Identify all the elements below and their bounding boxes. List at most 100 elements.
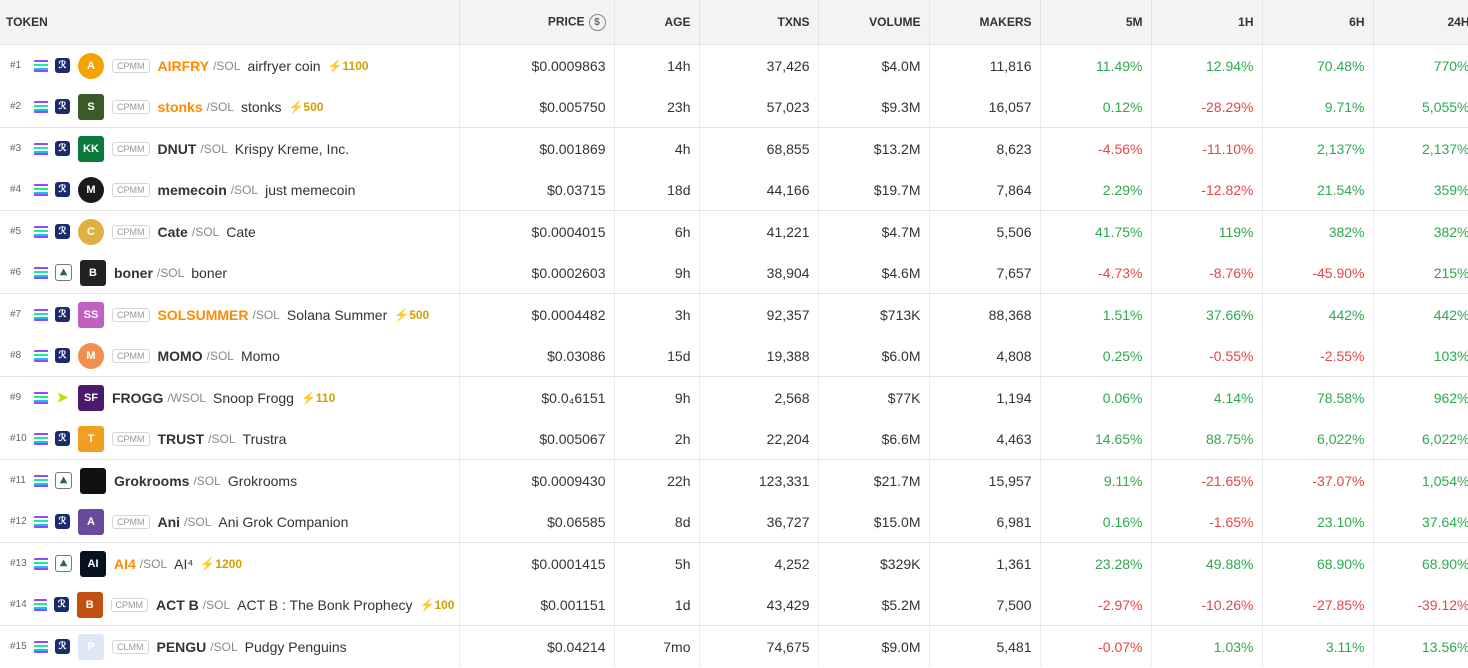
token-cell[interactable]: #4 ℛ M CPMM memecoin/SOL just memecoin xyxy=(0,169,460,211)
change-1h-cell: -28.29% xyxy=(1151,86,1263,128)
token-cell[interactable]: #8 ℛ M CPMM MOMO/SOL Momo xyxy=(0,335,460,377)
header-txns[interactable]: TXNS xyxy=(699,0,819,45)
change-6h-cell: 442% xyxy=(1262,293,1374,335)
token-cell[interactable]: #10 ℛ T CPMM TRUST/SOL Trustra xyxy=(0,418,460,460)
change-6h-cell: -27.85% xyxy=(1262,584,1374,626)
token-name: just memecoin xyxy=(265,181,356,198)
price-cell: $0.0002603 xyxy=(459,252,615,294)
table-row[interactable]: #8 ℛ M CPMM MOMO/SOL Momo $0.03086 15d 19,388 $6.… xyxy=(0,335,1468,377)
change-6h-cell: 78.58% xyxy=(1262,376,1374,418)
solana-chain-icon xyxy=(33,598,48,611)
header-1h[interactable]: 1H xyxy=(1151,0,1263,45)
token-symbol: PENGU xyxy=(156,638,207,655)
table-row[interactable]: #1 ℛ A CPMM AIRFRY/SOL airfryer coin ⚡1100 $0.0… xyxy=(0,44,1468,86)
token-cell[interactable]: #9 ➤ SF FROGG/WSOL Snoop Frogg ⚡110 xyxy=(0,376,460,418)
token-cell[interactable]: #7 ℛ SS CPMM SOLSUMMER/SOL Solana Summer ⚡500 xyxy=(0,293,460,335)
volume-cell: $4.7M xyxy=(818,210,930,252)
table-row[interactable]: #4 ℛ M CPMM memecoin/SOL just memecoin $0.0371… xyxy=(0,169,1468,211)
makers-cell: 11,816 xyxy=(929,44,1041,86)
age-cell: 8d xyxy=(614,501,700,543)
dex-icon: ℛ xyxy=(55,431,70,446)
change-24h-cell: 962% xyxy=(1373,376,1468,418)
dex-icon: ℛ xyxy=(55,639,70,654)
price-cell: $0.005750 xyxy=(459,86,615,128)
change-5m-cell: -2.97% xyxy=(1040,584,1152,626)
solana-chain-icon xyxy=(34,183,48,196)
boost-badge: ⚡100 xyxy=(419,597,455,612)
header-makers[interactable]: MAKERS xyxy=(929,0,1041,45)
age-cell: 4h xyxy=(614,127,700,169)
header-6h[interactable]: 6H xyxy=(1262,0,1374,45)
volume-cell: $5.2M xyxy=(818,584,930,626)
token-cell[interactable]: #15 ℛ P CLMM PENGU/SOL Pudgy Penguins xyxy=(0,625,460,667)
token-cell[interactable]: #11 ⛰ Grokrooms/SOL Grokrooms xyxy=(0,459,460,501)
change-24h-cell: 2,137% xyxy=(1373,127,1468,169)
table-row[interactable]: #5 ℛ C CPMM Cate/SOL Cate $0.0004015 6h 41,221 $4… xyxy=(0,210,1468,252)
price-cell: $0.005067 xyxy=(459,418,615,460)
change-1h-cell: 1.03% xyxy=(1151,625,1263,667)
table-row[interactable]: #6 ⛰ Bboner/SOL boner $0.0002603 9h 38,904 $4.6… xyxy=(0,252,1468,294)
token-cell[interactable]: #3 ℛ KK CPMM DNUT/SOL Krispy Kreme, Inc. xyxy=(0,127,460,169)
change-5m-cell: 0.06% xyxy=(1040,376,1152,418)
table-row[interactable]: #12 ℛ A CPMM Ani/SOL Ani Grok Companion $0.065… xyxy=(0,501,1468,543)
table-row[interactable]: #7 ℛ SS CPMM SOLSUMMER/SOL Solana Summer ⚡500 $… xyxy=(0,293,1468,335)
header-price[interactable]: PRICE $ xyxy=(459,0,615,45)
header-token[interactable]: TOKEN xyxy=(0,0,460,45)
token-cell[interactable]: #13 ⛰ AI AI4/SOL AI⁴ ⚡1200 xyxy=(0,542,460,584)
table-row[interactable]: #15 ℛ P CLMM PENGU/SOL Pudgy Penguins $0.04214… xyxy=(0,625,1468,667)
change-6h-cell: 6,022% xyxy=(1262,418,1374,460)
table-row[interactable]: #11 ⛰ Grokrooms/SOL Grokrooms $0.0009430 22h 1… xyxy=(0,459,1468,501)
price-cell: $0.0₄6151 xyxy=(459,376,615,418)
token-cell[interactable]: #5 ℛ C CPMM Cate/SOL Cate xyxy=(0,210,460,252)
dex-icon: ℛ xyxy=(55,58,70,73)
token-logo: B xyxy=(77,591,103,618)
pool-type-badge: CPMM xyxy=(112,141,150,156)
currency-toggle-icon[interactable]: $ xyxy=(588,13,606,31)
token-cell[interactable]: #14 ℛ B CPMM ACT B/SOL ACT B : The Bonk Proph… xyxy=(0,584,460,626)
token-symbol: memecoin xyxy=(157,181,227,198)
table-row[interactable]: #9 ➤ SF FROGG/WSOL Snoop Frogg ⚡110 $0.0₄6151 9… xyxy=(0,376,1468,418)
table-row[interactable]: #13 ⛰ AI AI4/SOL AI⁴ ⚡1200 $0.0001415 5h 4,252 $3… xyxy=(0,542,1468,584)
token-cell[interactable]: #6 ⛰ Bboner/SOL boner xyxy=(0,252,460,294)
rank: #9 xyxy=(10,392,22,403)
token-cell[interactable]: #12 ℛ A CPMM Ani/SOL Ani Grok Companion xyxy=(0,501,460,543)
token-logo: T xyxy=(78,425,104,452)
makers-cell: 88,368 xyxy=(929,293,1041,335)
change-24h-cell: 442% xyxy=(1373,293,1468,335)
header-price-label: PRICE xyxy=(547,14,585,29)
quote-token: /SOL xyxy=(208,431,236,446)
token-name: Grokrooms xyxy=(227,472,298,489)
token-name: Solana Summer xyxy=(286,306,388,323)
age-cell: 6h xyxy=(614,210,700,252)
quote-token: /SOL xyxy=(213,58,241,73)
change-24h-cell: 37.64% xyxy=(1373,501,1468,543)
header-age[interactable]: AGE xyxy=(614,0,700,45)
price-cell: $0.03086 xyxy=(459,335,615,377)
volume-cell: $6.6M xyxy=(818,418,930,460)
token-cell[interactable]: #2 ℛ S CPMM stonks/SOL stonks ⚡500 xyxy=(0,86,460,128)
table-row[interactable]: #3 ℛ KK CPMM DNUT/SOL Krispy Kreme, Inc. $0.00… xyxy=(0,127,1468,169)
header-5m[interactable]: 5M xyxy=(1040,0,1152,45)
table-row[interactable]: #10 ℛ T CPMM TRUST/SOL Trustra $0.005067 2h 22,2… xyxy=(0,418,1468,460)
change-24h-cell: 215% xyxy=(1373,252,1468,294)
solana-chain-icon xyxy=(34,432,48,445)
age-cell: 15d xyxy=(614,335,700,377)
change-6h-cell: 21.54% xyxy=(1262,169,1374,211)
age-cell: 3h xyxy=(614,293,700,335)
change-6h-cell: 23.10% xyxy=(1262,501,1374,543)
volume-cell: $15.0M xyxy=(818,501,930,543)
table-row[interactable]: #2 ℛ S CPMM stonks/SOL stonks ⚡500 $0.005750 23h… xyxy=(0,86,1468,128)
change-6h-cell: 2,137% xyxy=(1262,127,1374,169)
table-row[interactable]: #14 ℛ B CPMM ACT B/SOL ACT B : The Bonk Proph… xyxy=(0,584,1468,626)
token-cell[interactable]: #1 ℛ A CPMM AIRFRY/SOL airfryer coin ⚡1100 xyxy=(0,44,460,86)
token-name: Ani Grok Companion xyxy=(218,513,349,530)
volume-cell: $77K xyxy=(818,376,930,418)
quote-token: /SOL xyxy=(139,556,168,571)
dex-icon: ℛ xyxy=(55,141,70,156)
solana-chain-icon xyxy=(34,100,48,113)
header-24h[interactable]: 24H xyxy=(1373,0,1468,45)
header-volume[interactable]: VOLUME xyxy=(818,0,930,45)
quote-token: /SOL xyxy=(193,473,221,488)
token-logo: M xyxy=(78,176,104,203)
pool-type-badge: CPMM xyxy=(112,58,150,73)
